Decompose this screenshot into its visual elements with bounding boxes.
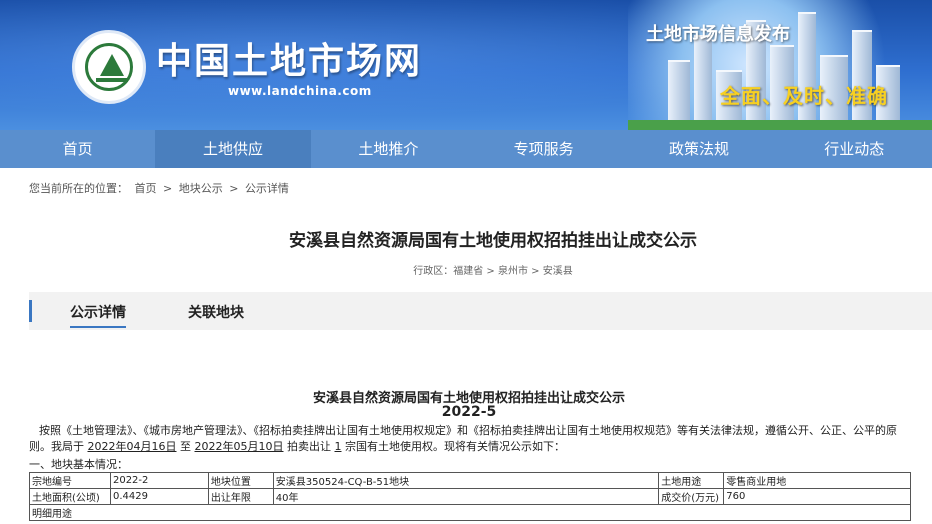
- detail-tabs: 公示详情 关联地块: [29, 292, 932, 330]
- table-cell: 2022-2: [109, 472, 209, 489]
- breadcrumb-separator: >: [229, 182, 239, 195]
- parcel-count: 1: [334, 440, 342, 453]
- nav-item-policies[interactable]: 政策法规: [621, 130, 776, 168]
- promo-banner: 土地市场信息发布 全面、及时、准确: [628, 0, 932, 130]
- promo-grass: [628, 120, 932, 130]
- logo-mountain-icon: [100, 54, 124, 76]
- table-cell: 760: [723, 488, 911, 505]
- main-nav: 首页 土地供应 土地推介 专项服务 政策法规 行业动态: [0, 130, 932, 168]
- page-title: 安溪县自然资源局国有土地使用权招拍挂出让成交公示: [289, 231, 697, 251]
- table-cell: 出让年限: [207, 488, 274, 505]
- table-cell: 地块位置: [207, 472, 274, 489]
- table-cell: 零售商业用地: [723, 472, 911, 489]
- promo-slogan: 全面、及时、准确: [720, 84, 888, 108]
- table-cell: 土地用途: [658, 472, 725, 489]
- table-cell: 成交价(万元): [658, 488, 725, 505]
- breadcrumb-separator: >: [163, 182, 173, 195]
- table-cell: 安溪县350524-CQ-B-51地块: [272, 472, 660, 489]
- table-row: 土地面积(公顷) 0.4429 出让年限 40年 成交价(万元) 760: [29, 488, 911, 505]
- nav-item-land-promotion[interactable]: 土地推介: [311, 130, 466, 168]
- building-icon: [798, 12, 816, 130]
- para-text: 拍卖出让: [283, 440, 335, 453]
- breadcrumb-prefix: 您当前所在的位置：: [29, 182, 128, 195]
- site-title: 中国土地市场网: [156, 40, 423, 82]
- tab-accent-bar: [29, 300, 32, 322]
- site-header: 中国土地市场网 www.landchina.com 土地市场信息发布 全面、及时…: [0, 0, 932, 130]
- region-path: 行政区：福建省 > 泉州市 > 安溪县: [413, 266, 573, 277]
- section-heading: 一、地块基本情况：: [29, 458, 128, 471]
- parcel-info-table: 宗地编号 2022-2 地块位置 安溪县350524-CQ-B-51地块 土地用…: [29, 472, 911, 521]
- nav-item-industry-news[interactable]: 行业动态: [777, 130, 932, 168]
- landchina-logo[interactable]: [72, 30, 146, 104]
- breadcrumb-notice-link[interactable]: 地块公示: [179, 182, 223, 195]
- end-date: 2022年05月10日: [194, 440, 284, 453]
- building-icon: [694, 35, 712, 130]
- tab-related-parcels[interactable]: 关联地块: [188, 302, 244, 322]
- table-row: 明细用途: [29, 504, 911, 521]
- nav-item-home[interactable]: 首页: [0, 130, 155, 168]
- nav-item-special-services[interactable]: 专项服务: [466, 130, 621, 168]
- table-cell: 明细用途: [29, 504, 911, 521]
- breadcrumb: 您当前所在的位置： 首页 > 地块公示 > 公示详情: [29, 180, 292, 196]
- table-cell: 土地面积(公顷): [29, 488, 111, 505]
- breadcrumb-home-link[interactable]: 首页: [135, 182, 157, 195]
- site-url: www.landchina.com: [228, 84, 372, 98]
- table-row: 宗地编号 2022-2 地块位置 安溪县350524-CQ-B-51地块 土地用…: [29, 472, 911, 489]
- start-date: 2022年04月16日: [87, 440, 177, 453]
- table-cell: 40年: [272, 488, 660, 505]
- table-cell: 宗地编号: [29, 472, 111, 489]
- document-number: 2022-5: [441, 404, 497, 420]
- document-paragraph: 按照《土地管理法》、《城市房地产管理法》、《招标拍卖挂牌出让国有土地使用权规定》…: [29, 423, 911, 455]
- table-cell: 0.4429: [109, 488, 209, 505]
- para-text: 宗国有土地使用权。现将有关情况公示如下：: [341, 440, 565, 453]
- breadcrumb-current: 公示详情: [244, 182, 289, 195]
- logo-base-icon: [96, 78, 128, 82]
- para-text: 至: [176, 440, 195, 453]
- tab-notice-detail[interactable]: 公示详情: [70, 302, 126, 328]
- logo-ring-icon: [85, 43, 133, 91]
- nav-item-land-supply[interactable]: 土地供应: [155, 130, 311, 168]
- promo-title: 土地市场信息发布: [646, 24, 790, 45]
